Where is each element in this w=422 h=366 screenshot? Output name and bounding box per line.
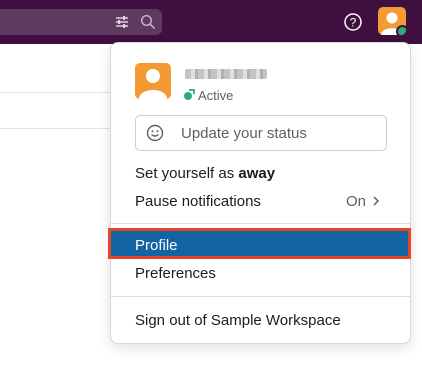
- highlight-annotation: [108, 228, 411, 259]
- active-status-icon: [184, 89, 195, 100]
- top-bar: ?: [0, 0, 422, 44]
- presence-indicator: [396, 25, 406, 35]
- user-avatar-button[interactable]: [378, 7, 406, 35]
- divider: [0, 128, 110, 129]
- status-label: Active: [198, 87, 234, 103]
- preferences-item[interactable]: Preferences: [111, 259, 410, 287]
- preferences-label: Preferences: [135, 264, 216, 282]
- search-bar[interactable]: [0, 9, 162, 35]
- update-status-button[interactable]: Update your status: [135, 115, 387, 151]
- search-icon[interactable]: [140, 14, 156, 30]
- divider: [111, 223, 410, 224]
- pause-notifications-value: On: [345, 192, 366, 210]
- status-placeholder: Update your status: [181, 124, 307, 142]
- pause-notifications-item[interactable]: Pause notifications On: [111, 187, 410, 215]
- question-circle-icon[interactable]: ?: [343, 12, 363, 32]
- chevron-right-icon: [373, 196, 380, 206]
- svg-text:?: ?: [350, 15, 357, 29]
- set-away-item[interactable]: Set yourself as away: [111, 159, 410, 187]
- sign-out-item[interactable]: Sign out of Sample Workspace: [111, 306, 410, 334]
- pause-notifications-label: Pause notifications: [135, 192, 261, 210]
- sign-out-label: Sign out of Sample Workspace: [135, 311, 341, 329]
- user-menu: Active Update your status Set yourself a…: [110, 42, 411, 344]
- person-icon: [139, 69, 167, 99]
- smile-icon: [146, 124, 164, 142]
- set-away-label: Set yourself as away: [135, 164, 276, 182]
- divider: [111, 296, 410, 297]
- divider: [0, 92, 110, 93]
- username-redacted: [185, 69, 267, 79]
- avatar: [135, 63, 171, 99]
- sliders-icon[interactable]: [114, 14, 130, 30]
- presence-status: Active: [183, 87, 233, 103]
